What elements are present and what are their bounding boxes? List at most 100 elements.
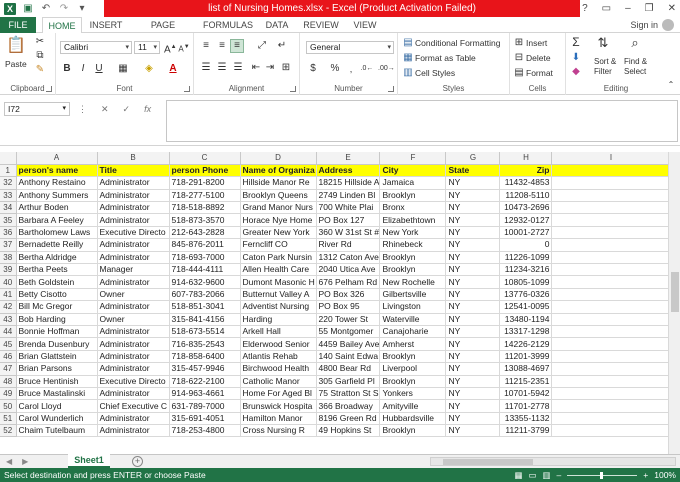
cell[interactable]: Administrator — [97, 424, 170, 438]
cell[interactable]: Bartholomew Laws — [16, 226, 98, 240]
cell[interactable]: 676 Pelham Rd — [316, 275, 381, 289]
cell[interactable]: 914-963-4661 — [169, 387, 241, 401]
cell[interactable]: NY — [445, 399, 501, 413]
grow-font-icon[interactable]: A▲ — [164, 41, 177, 56]
clear-icon[interactable]: ◆ — [570, 66, 582, 78]
cell[interactable]: Executive Directo — [97, 375, 170, 388]
underline-button[interactable]: U — [94, 63, 104, 75]
column-header[interactable]: H — [499, 152, 553, 165]
minimize-icon[interactable]: – — [625, 3, 631, 14]
column-header[interactable]: E — [316, 152, 381, 165]
cell[interactable]: 1312 Caton Ave — [316, 251, 381, 265]
cell[interactable]: Bernadette Reilly — [16, 238, 98, 252]
cell[interactable]: Ferncliff CO — [240, 238, 317, 252]
worksheet-grid[interactable]: A B C D E F G H I 1 person's name Title person Phone… — [0, 152, 680, 454]
cell[interactable]: NY — [445, 238, 501, 252]
cell[interactable]: NY — [445, 288, 501, 302]
insert-button[interactable]: Insert — [526, 37, 547, 49]
clipboard-launcher-icon[interactable] — [46, 86, 52, 92]
row-header[interactable]: 47 — [0, 362, 17, 376]
cell[interactable]: 18215 Hillside A — [316, 176, 381, 190]
format-painter-icon[interactable]: ✎ — [34, 64, 46, 76]
row-header[interactable]: 34 — [0, 201, 17, 215]
cell[interactable]: NY — [445, 201, 501, 215]
column-header[interactable]: F — [379, 152, 447, 165]
horizontal-scrollbar[interactable] — [430, 457, 676, 466]
row-header[interactable]: 50 — [0, 399, 17, 413]
cell[interactable] — [551, 275, 671, 289]
cell[interactable]: Administrator — [97, 362, 170, 376]
cell[interactable]: 366 Broadway — [316, 399, 381, 413]
alignment-launcher-icon[interactable] — [290, 86, 296, 92]
row-header[interactable]: 39 — [0, 263, 17, 277]
cell[interactable]: Harding — [240, 313, 317, 326]
cell[interactable]: Name of Organiza — [240, 164, 317, 178]
cell[interactable]: Birchwood Health — [240, 362, 317, 376]
redo-icon[interactable]: ↷ — [58, 3, 70, 15]
cell[interactable]: 718-693-7000 — [169, 251, 241, 265]
prev-sheet-icon[interactable]: ◀ — [6, 455, 12, 468]
row-header[interactable]: 1 — [0, 164, 17, 178]
cell[interactable]: 914-632-9600 — [169, 275, 241, 289]
cell[interactable]: State — [445, 164, 501, 178]
cell[interactable]: 2749 Linden Bl — [316, 189, 381, 203]
page-break-view-icon[interactable]: ▥ — [543, 468, 551, 482]
tab-formulas[interactable]: FORMULAS — [202, 17, 254, 33]
cell[interactable]: Jamaica — [379, 176, 447, 190]
cell[interactable] — [551, 337, 671, 351]
zoom-out-icon[interactable]: – — [557, 468, 562, 482]
save-icon[interactable]: ▣ — [22, 3, 34, 15]
cell[interactable]: 10701-5942 — [499, 387, 553, 401]
cell[interactable]: NY — [445, 189, 501, 203]
column-header[interactable]: I — [551, 152, 671, 165]
increase-decimal-icon[interactable]: .0← — [360, 63, 374, 75]
cell[interactable]: Elderwood Senior — [240, 337, 317, 351]
zoom-level[interactable]: 100% — [654, 468, 676, 482]
cell[interactable]: 845-876-2011 — [169, 238, 241, 252]
conditional-formatting-button[interactable]: Conditional Formatting — [415, 37, 501, 49]
cell[interactable]: 11208-5110 — [499, 189, 553, 203]
cell[interactable]: Executive Directo — [97, 226, 170, 240]
cell[interactable]: 10001-2727 — [499, 226, 553, 240]
cell[interactable]: Administrator — [97, 201, 170, 215]
cell[interactable]: 8196 Green Rd — [316, 412, 381, 426]
cell[interactable]: 4459 Bailey Ave — [316, 337, 381, 351]
account-face-icon[interactable] — [662, 19, 674, 31]
cell[interactable]: Chaim Tutelbaum — [16, 424, 98, 438]
cell[interactable]: Beth Goldstein — [16, 275, 98, 289]
delete-button[interactable]: Delete — [526, 52, 551, 64]
cell[interactable]: 14226-2129 — [499, 337, 553, 351]
align-right-icon[interactable]: ☰ — [232, 62, 244, 74]
sort-filter-button[interactable]: Sort & Filter — [594, 57, 624, 77]
cell[interactable]: 718-277-5100 — [169, 189, 241, 203]
cell[interactable]: Liverpool — [379, 362, 447, 376]
cell[interactable]: Administrator — [97, 300, 170, 314]
cell[interactable]: Title — [97, 164, 170, 178]
zoom-knob[interactable] — [600, 471, 604, 479]
row-header[interactable]: 46 — [0, 350, 17, 364]
cell[interactable]: Gilbertsville — [379, 288, 447, 302]
decrease-decimal-icon[interactable]: .00→ — [378, 63, 395, 75]
cell[interactable]: NY — [445, 251, 501, 265]
cell[interactable]: Allen Health Care — [240, 263, 317, 277]
cell[interactable]: NY — [445, 226, 501, 240]
copy-icon[interactable]: ⧉ — [34, 50, 46, 62]
cell[interactable]: PO Box 127 — [316, 213, 381, 227]
cell[interactable]: 13317-1298 — [499, 325, 553, 339]
cell[interactable]: 55 Montgomer — [316, 325, 381, 339]
cell[interactable]: 13088-4697 — [499, 362, 553, 376]
cell[interactable]: 716-835-2543 — [169, 337, 241, 351]
cell[interactable]: person's name — [16, 164, 98, 178]
row-header[interactable]: 45 — [0, 337, 17, 351]
cell[interactable] — [551, 399, 671, 413]
zoom-in-icon[interactable]: + — [643, 468, 648, 482]
row-header[interactable]: 51 — [0, 412, 17, 426]
format-button[interactable]: Format — [526, 67, 553, 79]
column-header[interactable]: B — [97, 152, 170, 165]
cell[interactable]: NY — [445, 412, 501, 426]
cell[interactable]: Brooklyn — [379, 375, 447, 388]
customize-qat-icon[interactable]: ▾ — [76, 3, 88, 15]
cell[interactable]: Hubbardsville — [379, 412, 447, 426]
currency-button[interactable]: $ — [308, 63, 318, 75]
cell[interactable]: Home For Aged Bl — [240, 387, 317, 401]
